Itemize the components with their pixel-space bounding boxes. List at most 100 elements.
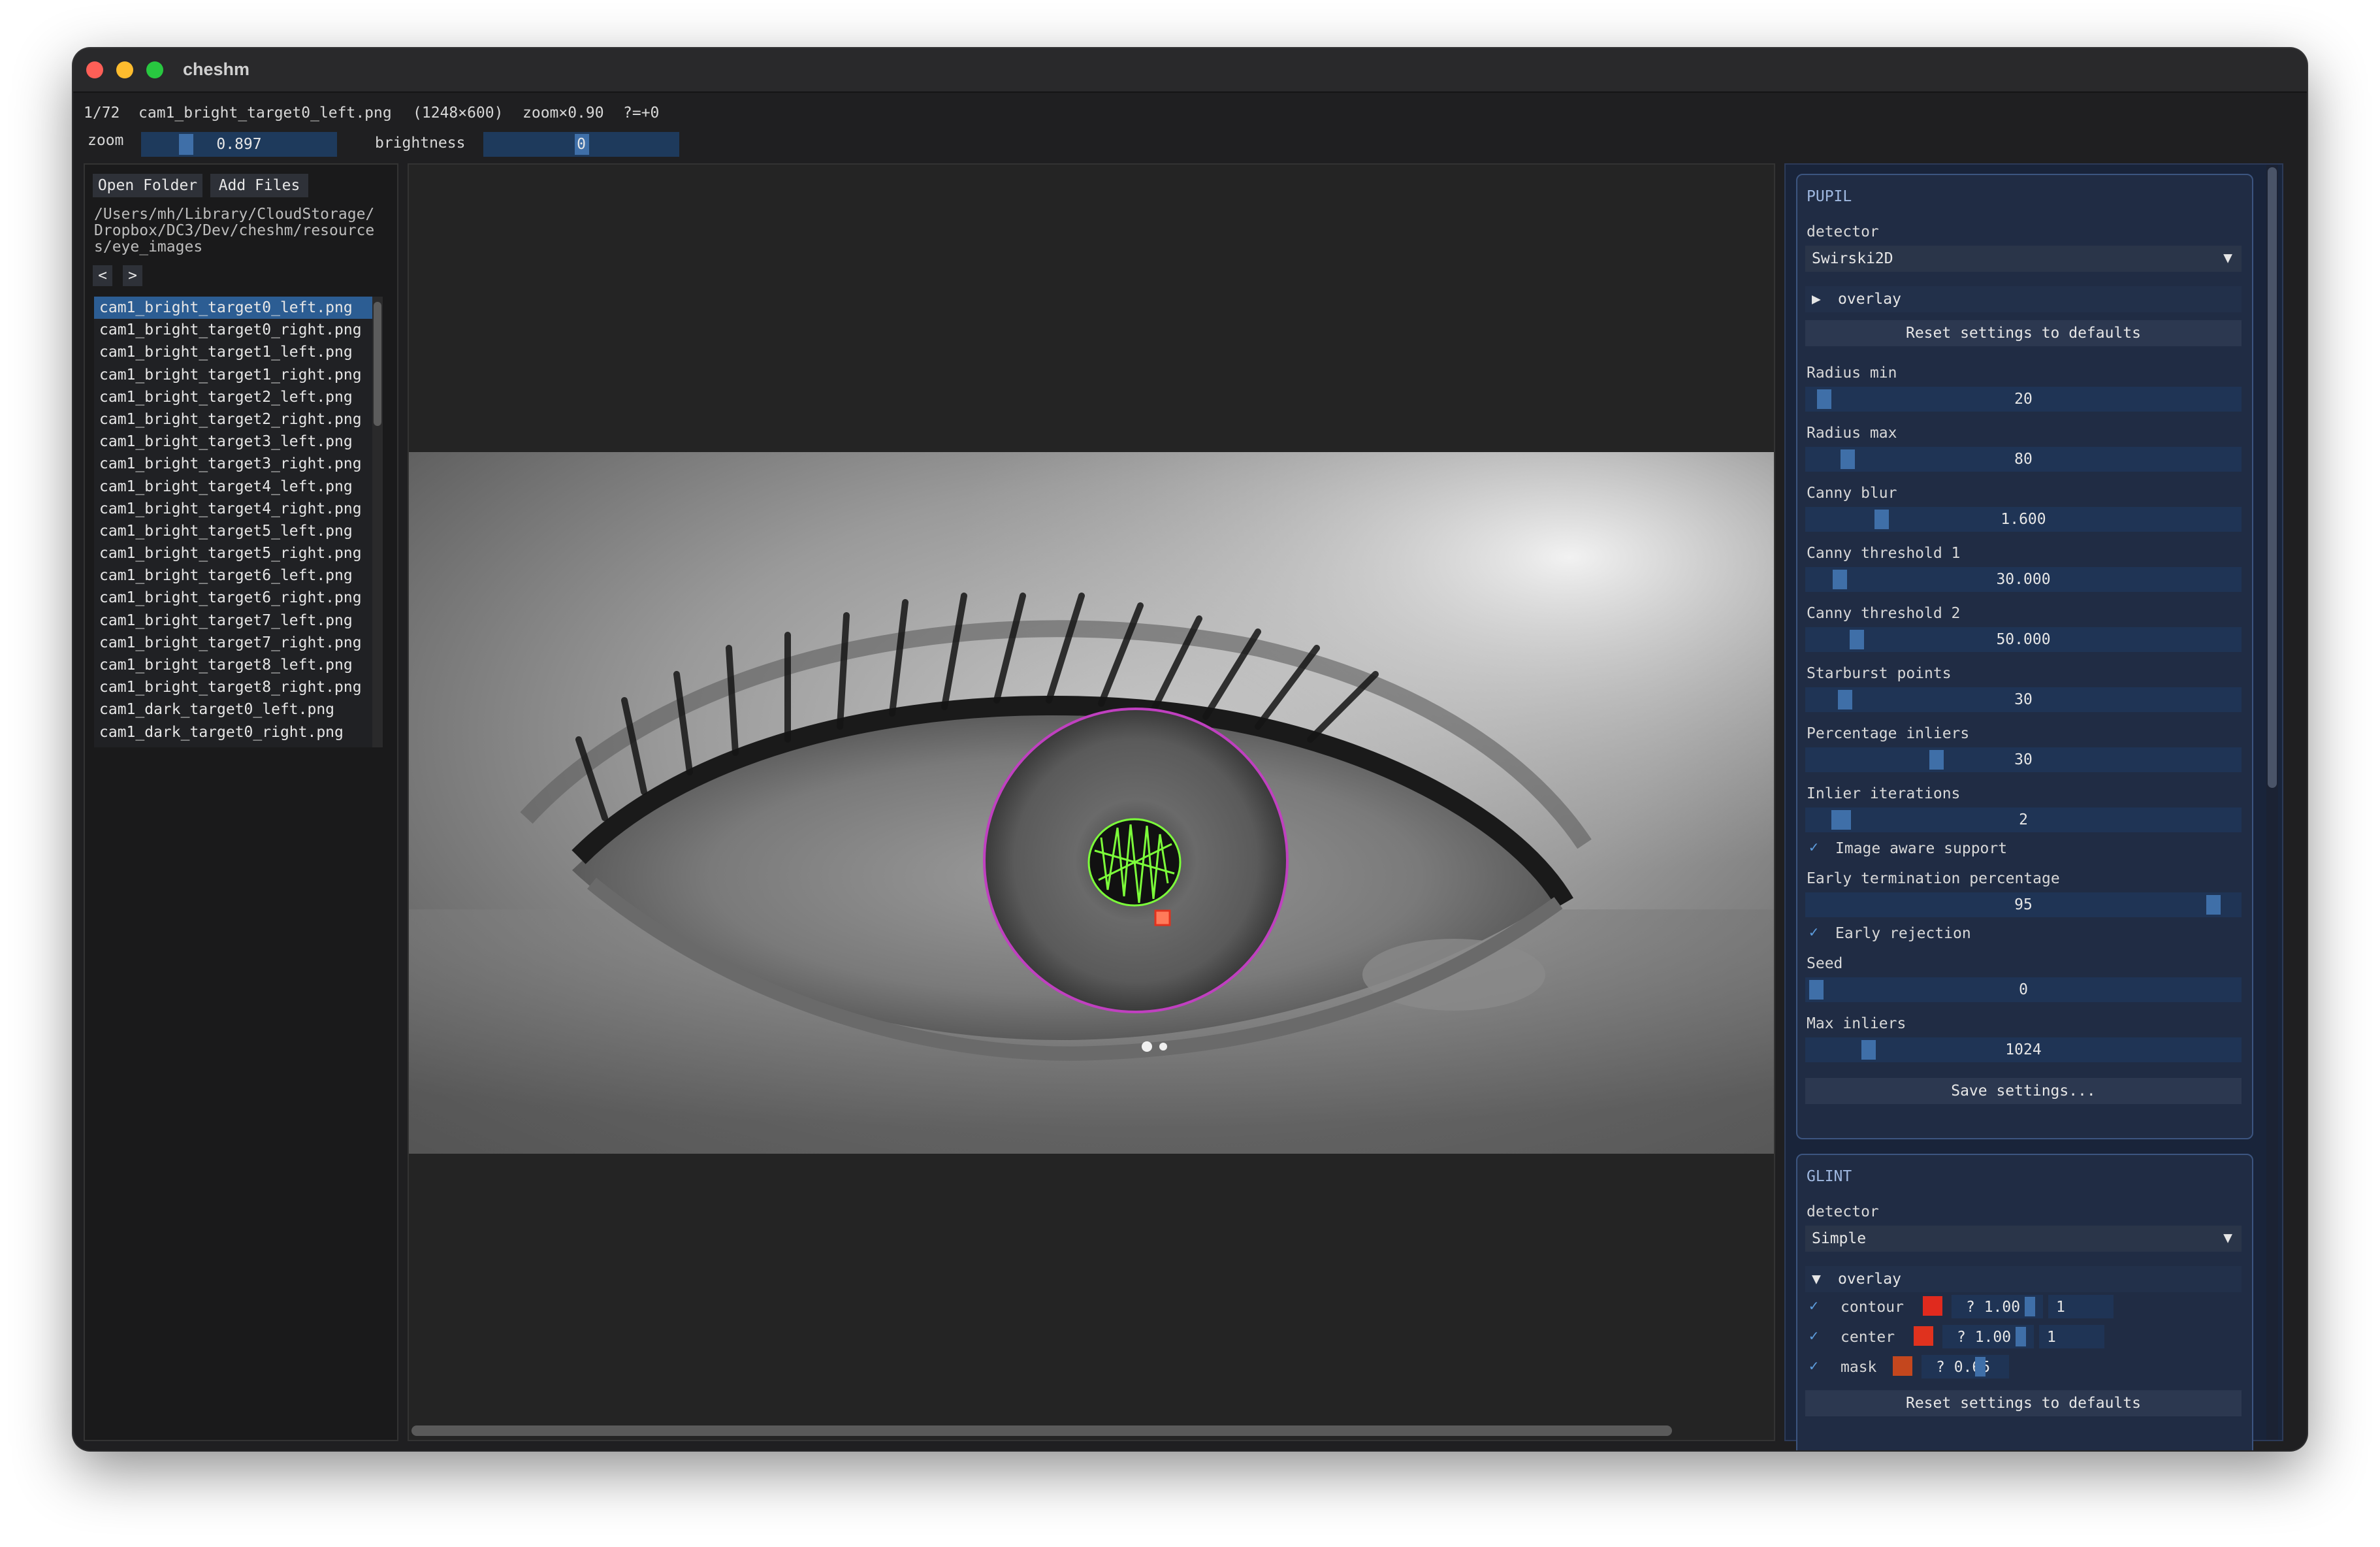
pupil-reset-button[interactable]: Reset settings to defaults xyxy=(1805,320,2242,346)
center-color-swatch[interactable] xyxy=(1914,1326,1933,1346)
mask-alpha-knob[interactable] xyxy=(1975,1357,1986,1376)
mask-checkbox[interactable]: ✓ xyxy=(1809,1358,1818,1375)
file-list-item[interactable]: cam1_bright_target3_right.png xyxy=(94,453,383,475)
file-list-item[interactable]: cam1_bright_target0_right.png xyxy=(94,319,383,341)
file-list-scroll-thumb[interactable] xyxy=(374,302,381,426)
glint-marker xyxy=(1154,909,1171,926)
seed-label: Seed xyxy=(1807,955,1843,972)
file-list-item[interactable]: cam1_dark_target0_left.png xyxy=(94,698,383,721)
contour-checkbox[interactable]: ✓ xyxy=(1809,1297,1818,1314)
radius-min-value: 20 xyxy=(2014,391,2033,408)
file-browser-panel: Open Folder Add Files /Users/mh/Library/… xyxy=(84,163,398,1441)
file-list-item[interactable]: cam1_bright_target0_left.png xyxy=(94,297,383,319)
file-list-item[interactable]: cam1_bright_target4_left.png xyxy=(94,476,383,498)
canny-t2-slider[interactable]: 50.000 xyxy=(1805,627,2242,652)
zoom-slider[interactable]: 0.897 xyxy=(141,132,337,157)
glint-header: GLINT xyxy=(1807,1168,1852,1185)
glint-overlay-toggle[interactable]: ▼ overlay xyxy=(1805,1266,2242,1292)
image-viewer[interactable] xyxy=(408,163,1775,1441)
glint-reset-button[interactable]: Reset settings to defaults xyxy=(1805,1390,2242,1416)
pupil-detector-value: Swirski2D xyxy=(1812,250,1893,267)
early-termination-slider[interactable]: 95 xyxy=(1805,892,2242,917)
glint-overlay-label: overlay xyxy=(1838,1271,1901,1288)
center-checkbox[interactable]: ✓ xyxy=(1809,1327,1818,1344)
contour-color-swatch[interactable] xyxy=(1923,1296,1942,1316)
max-inliers-slider[interactable]: 1024 xyxy=(1805,1037,2242,1062)
center-thickness-knob[interactable] xyxy=(2016,1327,2026,1346)
contour-thickness-field[interactable]: ? 1.00 xyxy=(1952,1295,2043,1318)
chevron-down-icon: ▼ xyxy=(2223,1229,2232,1246)
pupil-detector-label: detector xyxy=(1807,223,1879,240)
early-rejection-checkbox[interactable]: ✓ xyxy=(1809,924,1818,941)
file-list-item[interactable]: cam1_bright_target5_left.png xyxy=(94,520,383,542)
file-list-item[interactable]: cam1_bright_target1_right.png xyxy=(94,364,383,386)
contour-thickness-knob[interactable] xyxy=(2025,1297,2035,1316)
center-size-value: 1 xyxy=(2047,1329,2056,1346)
canny-t1-slider[interactable]: 30.000 xyxy=(1805,567,2242,592)
settings-scroll-thumb[interactable] xyxy=(2268,167,2277,788)
file-list-item[interactable]: cam1_bright_target6_left.png xyxy=(94,564,383,587)
early-rejection-label: Early rejection xyxy=(1835,925,1971,942)
pupil-detector-dropdown[interactable]: Swirski2D ▼ xyxy=(1805,246,2242,272)
image-aware-checkbox[interactable]: ✓ xyxy=(1809,839,1818,856)
canny-t1-value: 30.000 xyxy=(1996,571,2051,588)
file-list-item[interactable]: cam1_bright_target6_right.png xyxy=(94,587,383,609)
prev-file-button[interactable]: < xyxy=(93,265,112,286)
inlier-iterations-slider[interactable]: 2 xyxy=(1805,807,2242,832)
inlier-iterations-label: Inlier iterations xyxy=(1807,785,1961,802)
pupil-header: PUPIL xyxy=(1807,188,1852,205)
brightness-value: 0 xyxy=(577,136,586,153)
status-index: 1/72 xyxy=(84,105,120,122)
next-file-button[interactable]: > xyxy=(123,265,142,286)
file-list-item[interactable]: cam1_bright_target3_left.png xyxy=(94,431,383,453)
open-folder-button[interactable]: Open Folder xyxy=(93,174,202,197)
file-list[interactable]: cam1_bright_target0_left.png cam1_bright_… xyxy=(94,297,383,747)
pct-inliers-value: 30 xyxy=(2014,751,2033,768)
viewer-horizontal-scrollbar[interactable] xyxy=(411,1425,1672,1436)
early-termination-label: Early termination percentage xyxy=(1807,870,2060,887)
file-list-item[interactable]: cam1_bright_target1_left.png xyxy=(94,341,383,363)
file-list-item[interactable]: cam1_bright_target7_left.png xyxy=(94,610,383,632)
canny-blur-value: 1.600 xyxy=(2001,511,2046,528)
zoom-window-button[interactable] xyxy=(146,61,163,78)
file-list-item[interactable]: cam1_bright_target4_right.png xyxy=(94,498,383,520)
mask-alpha-field[interactable]: ? 0.65 xyxy=(1922,1355,2009,1378)
save-settings-button[interactable]: Save settings... xyxy=(1805,1078,2242,1104)
file-list-item[interactable]: cam1_bright_target5_right.png xyxy=(94,542,383,564)
pupil-overlay-label: overlay xyxy=(1838,291,1901,308)
inlier-iterations-value: 2 xyxy=(2019,811,2028,828)
center-size-field[interactable]: 1 xyxy=(2039,1325,2104,1348)
pupil-overlay-toggle[interactable]: ▶ overlay xyxy=(1805,286,2242,312)
brightness-slider[interactable]: 0 xyxy=(483,132,679,157)
canny-blur-slider[interactable]: 1.600 xyxy=(1805,507,2242,532)
eye-image[interactable] xyxy=(409,452,1774,1154)
settings-scrollbar[interactable] xyxy=(2266,165,2278,1440)
file-list-item[interactable]: cam1_bright_target7_right.png xyxy=(94,632,383,654)
status-zoom: zoom×0.90 xyxy=(523,105,604,122)
starburst-slider[interactable]: 30 xyxy=(1805,687,2242,712)
radius-max-label: Radius max xyxy=(1807,425,1897,442)
radius-min-slider[interactable]: 20 xyxy=(1805,387,2242,412)
file-list-item[interactable]: cam1_bright_target2_right.png xyxy=(94,408,383,431)
center-thickness-field[interactable]: ? 1.00 xyxy=(1942,1325,2034,1348)
title-bar: cheshm xyxy=(73,48,2307,93)
add-files-button[interactable]: Add Files xyxy=(210,174,308,197)
seed-slider[interactable]: 0 xyxy=(1805,977,2242,1002)
file-list-item[interactable]: cam1_dark_target1_left.png xyxy=(94,743,383,747)
file-list-item[interactable]: cam1_bright_target8_right.png xyxy=(94,676,383,698)
pct-inliers-slider[interactable]: 30 xyxy=(1805,747,2242,772)
radius-max-slider[interactable]: 80 xyxy=(1805,447,2242,472)
mask-label: mask xyxy=(1841,1359,1877,1376)
canny-blur-label: Canny blur xyxy=(1807,485,1897,502)
file-list-item[interactable]: cam1_dark_target0_right.png xyxy=(94,721,383,743)
file-list-scrollbar[interactable] xyxy=(372,297,383,747)
radius-max-value: 80 xyxy=(2014,451,2033,468)
close-window-button[interactable] xyxy=(86,61,103,78)
contour-size-field[interactable]: 1 xyxy=(2048,1295,2114,1318)
mask-color-swatch[interactable] xyxy=(1893,1356,1912,1376)
file-list-item[interactable]: cam1_bright_target8_left.png xyxy=(94,654,383,676)
minimize-window-button[interactable] xyxy=(116,61,133,78)
glint-detector-dropdown[interactable]: Simple ▼ xyxy=(1805,1226,2242,1252)
center-label: center xyxy=(1841,1329,1895,1346)
file-list-item[interactable]: cam1_bright_target2_left.png xyxy=(94,386,383,408)
